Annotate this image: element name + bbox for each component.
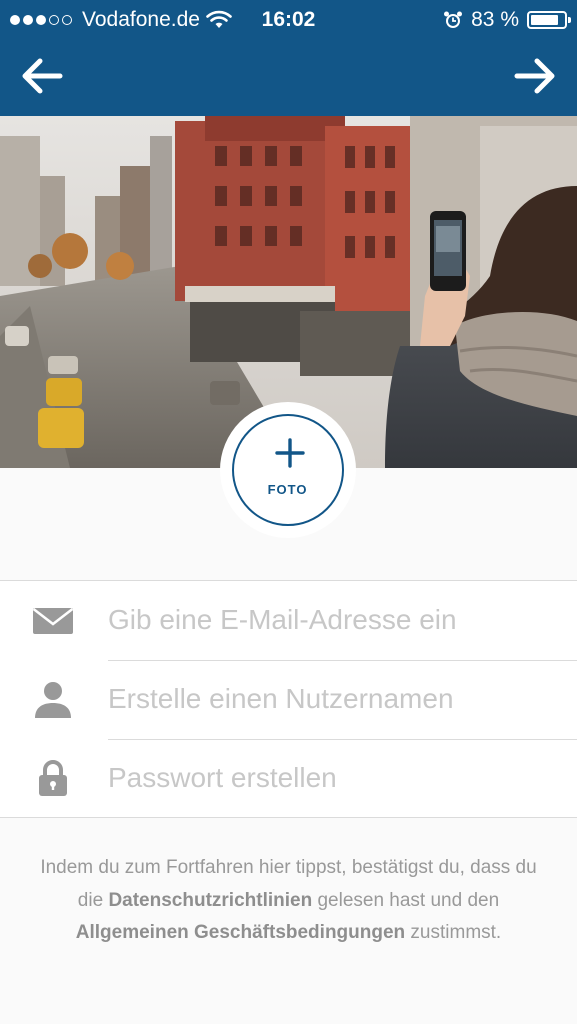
privacy-policy-link[interactable]: Datenschutzrichtlinien bbox=[108, 890, 312, 911]
top-bar: Vodafone.de 16:02 83 % bbox=[0, 0, 577, 116]
password-field[interactable] bbox=[108, 739, 568, 817]
envelope-icon bbox=[32, 608, 74, 634]
battery-percentage: 83 % bbox=[471, 8, 519, 31]
alarm-clock-icon bbox=[444, 11, 463, 28]
battery-icon bbox=[527, 11, 571, 29]
battery-level bbox=[531, 15, 558, 25]
next-button[interactable] bbox=[513, 56, 557, 96]
add-photo-label: FOTO bbox=[267, 482, 308, 497]
arrow-left-icon bbox=[22, 58, 63, 94]
plus-icon bbox=[275, 438, 305, 468]
password-row bbox=[0, 739, 577, 818]
email-row bbox=[0, 581, 577, 660]
terms-text-part3: zustimmst. bbox=[405, 922, 502, 943]
lock-icon bbox=[39, 760, 67, 796]
username-field[interactable] bbox=[108, 660, 568, 738]
terms-text-part2: gelesen hast und den bbox=[312, 889, 500, 911]
email-field[interactable] bbox=[108, 581, 568, 659]
terms-notice: Indem du zum Fortfahren hier tippst, bes… bbox=[30, 852, 547, 950]
status-bar: Vodafone.de 16:02 83 % bbox=[0, 0, 577, 38]
signup-form bbox=[0, 580, 577, 818]
user-icon bbox=[35, 682, 71, 718]
back-button[interactable] bbox=[20, 56, 64, 96]
terms-of-service-link[interactable]: Allgemeinen Geschäftsbedingungen bbox=[76, 922, 405, 943]
status-right: 83 % bbox=[443, 8, 571, 32]
arrow-right-icon bbox=[514, 58, 555, 94]
add-photo-button[interactable]: FOTO bbox=[232, 414, 344, 526]
username-row bbox=[0, 660, 577, 739]
